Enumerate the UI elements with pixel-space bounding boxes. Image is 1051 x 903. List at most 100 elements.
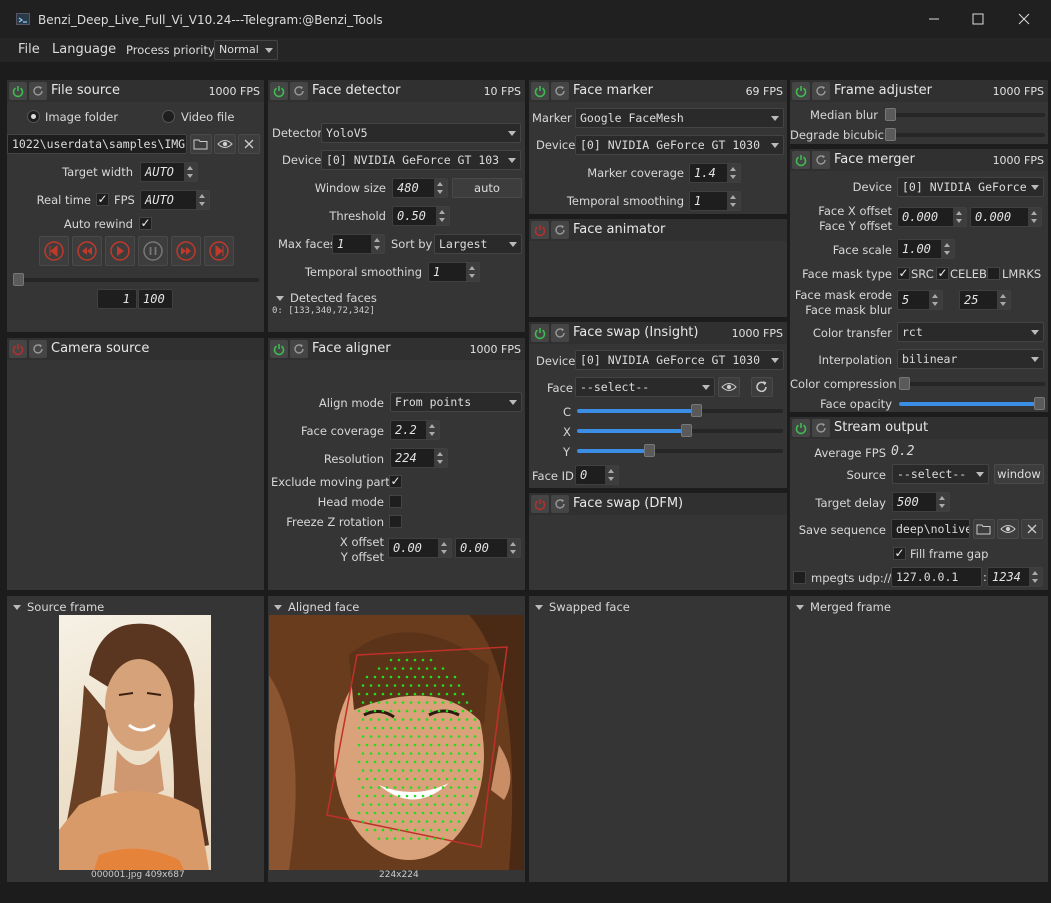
path-input[interactable]: 1022\userdata\samples\IMG [7, 134, 187, 154]
source-select[interactable]: --select-- [892, 464, 989, 484]
reveal-button[interactable] [214, 134, 236, 154]
temporal-smoothing-spin[interactable]: 1 [689, 191, 741, 211]
face-x-offset-spin[interactable]: 0.000 [897, 207, 967, 227]
marker-select[interactable]: Google FaceMesh [575, 108, 784, 128]
save-folder-button[interactable] [973, 519, 995, 539]
reload-icon[interactable] [551, 495, 569, 513]
menu-file[interactable]: File [18, 42, 40, 57]
face-opacity-slider[interactable] [899, 397, 1045, 410]
port-spin[interactable]: 1234 [987, 567, 1043, 587]
power-icon[interactable] [531, 495, 549, 513]
target-delay-spin[interactable]: 500 [892, 492, 950, 512]
x-slider[interactable] [577, 424, 783, 437]
minimize-icon[interactable] [927, 12, 941, 26]
power-icon[interactable] [792, 151, 810, 169]
aligned-face-toggle[interactable]: Aligned face [274, 600, 359, 614]
prev-frame-button[interactable] [72, 236, 102, 266]
power-icon[interactable] [9, 340, 27, 358]
face-coverage-spin[interactable]: 2.2 [390, 420, 440, 440]
pause-button[interactable] [138, 236, 168, 266]
first-frame-button[interactable] [39, 236, 69, 266]
preview-face-button[interactable] [718, 377, 740, 397]
interpolation-select[interactable]: bilinear [897, 349, 1044, 369]
power-icon[interactable] [792, 82, 810, 100]
face-select[interactable]: --select-- [575, 377, 715, 397]
save-reveal-button[interactable] [997, 519, 1019, 539]
power-icon[interactable] [531, 82, 549, 100]
y-handle[interactable] [644, 444, 656, 457]
auto-rewind-checkbox[interactable]: ✓ [139, 217, 152, 230]
x-offset-spin[interactable]: 0.00 [388, 538, 452, 558]
last-frame-button[interactable] [204, 236, 234, 266]
face-id-spin[interactable]: 0 [575, 465, 619, 485]
color-transfer-select[interactable]: rct [897, 322, 1044, 342]
opacity-handle[interactable] [1034, 397, 1045, 410]
threshold-spin[interactable]: 0.50 [392, 206, 450, 226]
device-select[interactable]: [0] NVIDIA GeForce GT 1030 [575, 350, 784, 370]
reload-icon[interactable] [290, 82, 308, 100]
window-button[interactable]: window [994, 464, 1044, 484]
power-icon[interactable] [270, 82, 288, 100]
head-mode-checkbox[interactable] [389, 495, 402, 508]
auto-button[interactable]: auto [452, 178, 522, 198]
refresh-faces-button[interactable] [751, 377, 773, 397]
menu-language[interactable]: Language [52, 42, 116, 57]
temporal-smoothing-spin[interactable]: 1 [428, 262, 480, 282]
median-blur-slider[interactable] [885, 108, 1045, 121]
align-mode-select[interactable]: From points [390, 392, 522, 412]
y-offset-spin[interactable]: 0.00 [455, 538, 521, 558]
freeze-z-checkbox[interactable] [389, 515, 402, 528]
play-button[interactable] [105, 236, 135, 266]
fps-spin[interactable]: AUTO [140, 190, 210, 210]
clear-path-button[interactable] [238, 134, 260, 154]
color-compression-slider[interactable] [899, 377, 1045, 390]
face-mask-blur-spin[interactable]: 25 [959, 290, 1011, 310]
reload-icon[interactable] [29, 340, 47, 358]
frame-index-spin[interactable]: 1 [97, 289, 137, 309]
power-icon[interactable] [792, 419, 810, 437]
reload-icon[interactable] [29, 82, 47, 100]
merged-frame-toggle[interactable]: Merged frame [796, 600, 891, 614]
y-slider[interactable] [577, 444, 783, 457]
degrade-bicubic-slider[interactable] [885, 128, 1045, 141]
target-width-spin[interactable]: AUTO [140, 162, 198, 182]
swapped-face-toggle[interactable]: Swapped face [535, 600, 630, 614]
fill-frame-gap-checkbox[interactable]: ✓ [893, 547, 906, 560]
c-slider[interactable] [577, 404, 783, 417]
image-folder-radio[interactable] [27, 110, 40, 123]
power-icon[interactable] [531, 324, 549, 342]
face-y-offset-spin[interactable]: 0.000 [970, 207, 1042, 227]
window-size-spin[interactable]: 480 [392, 178, 448, 198]
reload-icon[interactable] [812, 151, 830, 169]
device-select[interactable]: [0] NVIDIA GeForce [897, 177, 1044, 197]
celeb-checkbox[interactable]: ✓ [936, 267, 949, 280]
face-scale-spin[interactable]: 1.00 [897, 239, 955, 259]
detector-select[interactable]: YoloV5 [321, 123, 521, 143]
device-select[interactable]: [0] NVIDIA GeForce GT 1030 [575, 135, 784, 155]
power-icon[interactable] [531, 221, 549, 239]
reload-icon[interactable] [290, 340, 308, 358]
close-icon[interactable] [1017, 12, 1031, 26]
reload-icon[interactable] [551, 324, 569, 342]
src-checkbox[interactable]: ✓ [897, 267, 910, 280]
priority-select[interactable]: Normal [214, 40, 278, 60]
source-frame-toggle[interactable]: Source frame [13, 600, 104, 614]
ip-input[interactable]: 127.0.0.1 [891, 567, 982, 587]
marker-coverage-spin[interactable]: 1.4 [689, 163, 741, 183]
sort-by-select[interactable]: Largest [434, 234, 522, 254]
mpegts-checkbox[interactable] [793, 571, 806, 584]
power-icon[interactable] [270, 340, 288, 358]
power-icon[interactable] [9, 82, 27, 100]
reload-icon[interactable] [551, 82, 569, 100]
folder-open-button[interactable] [190, 134, 212, 154]
next-frame-button[interactable] [171, 236, 201, 266]
save-path-input[interactable]: deep\nolive [891, 519, 970, 539]
video-file-radio[interactable] [162, 110, 175, 123]
reload-icon[interactable] [812, 419, 830, 437]
maximize-icon[interactable] [971, 12, 985, 26]
c-handle[interactable] [691, 404, 703, 417]
face-mask-erode-spin[interactable]: 5 [897, 290, 943, 310]
real-time-checkbox[interactable]: ✓ [96, 193, 109, 206]
save-clear-button[interactable] [1021, 519, 1043, 539]
max-faces-spin[interactable]: 1 [332, 234, 385, 254]
